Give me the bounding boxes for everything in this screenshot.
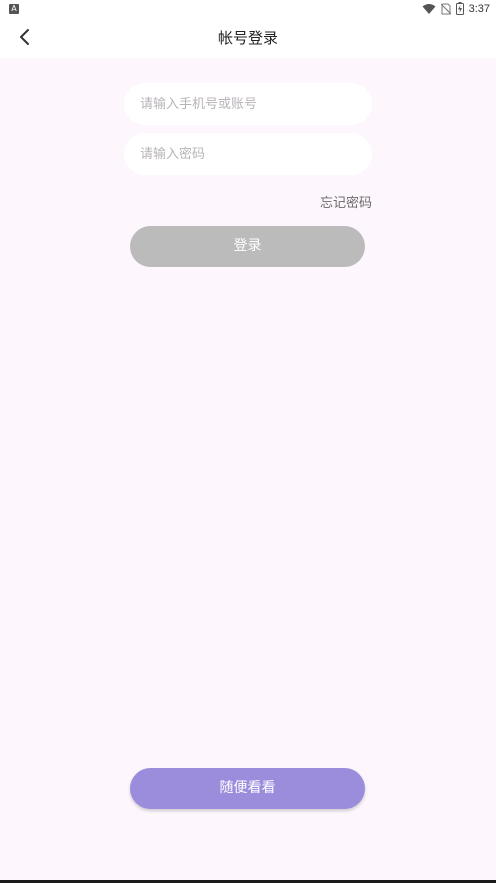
account-input[interactable] [124,83,372,125]
login-button[interactable]: 登录 [130,226,365,267]
page-title: 帐号登录 [217,29,278,47]
browse-as-guest-button[interactable]: 随便看看 [130,768,365,809]
app-header: 帐号登录 [0,18,496,58]
status-time: 3:37 [468,3,490,15]
battery-charging-icon [455,0,464,19]
password-input[interactable] [124,133,372,175]
wifi-icon [422,0,436,19]
status-icons: 3:37 [422,0,490,18]
status-bar: A 3:37 [0,0,496,18]
notification-icon: A [9,4,19,14]
no-sim-icon [440,0,451,19]
forgot-password-link[interactable]: 忘记密码 [320,192,372,211]
login-content: 忘记密码 登录 随便看看 [0,58,496,880]
